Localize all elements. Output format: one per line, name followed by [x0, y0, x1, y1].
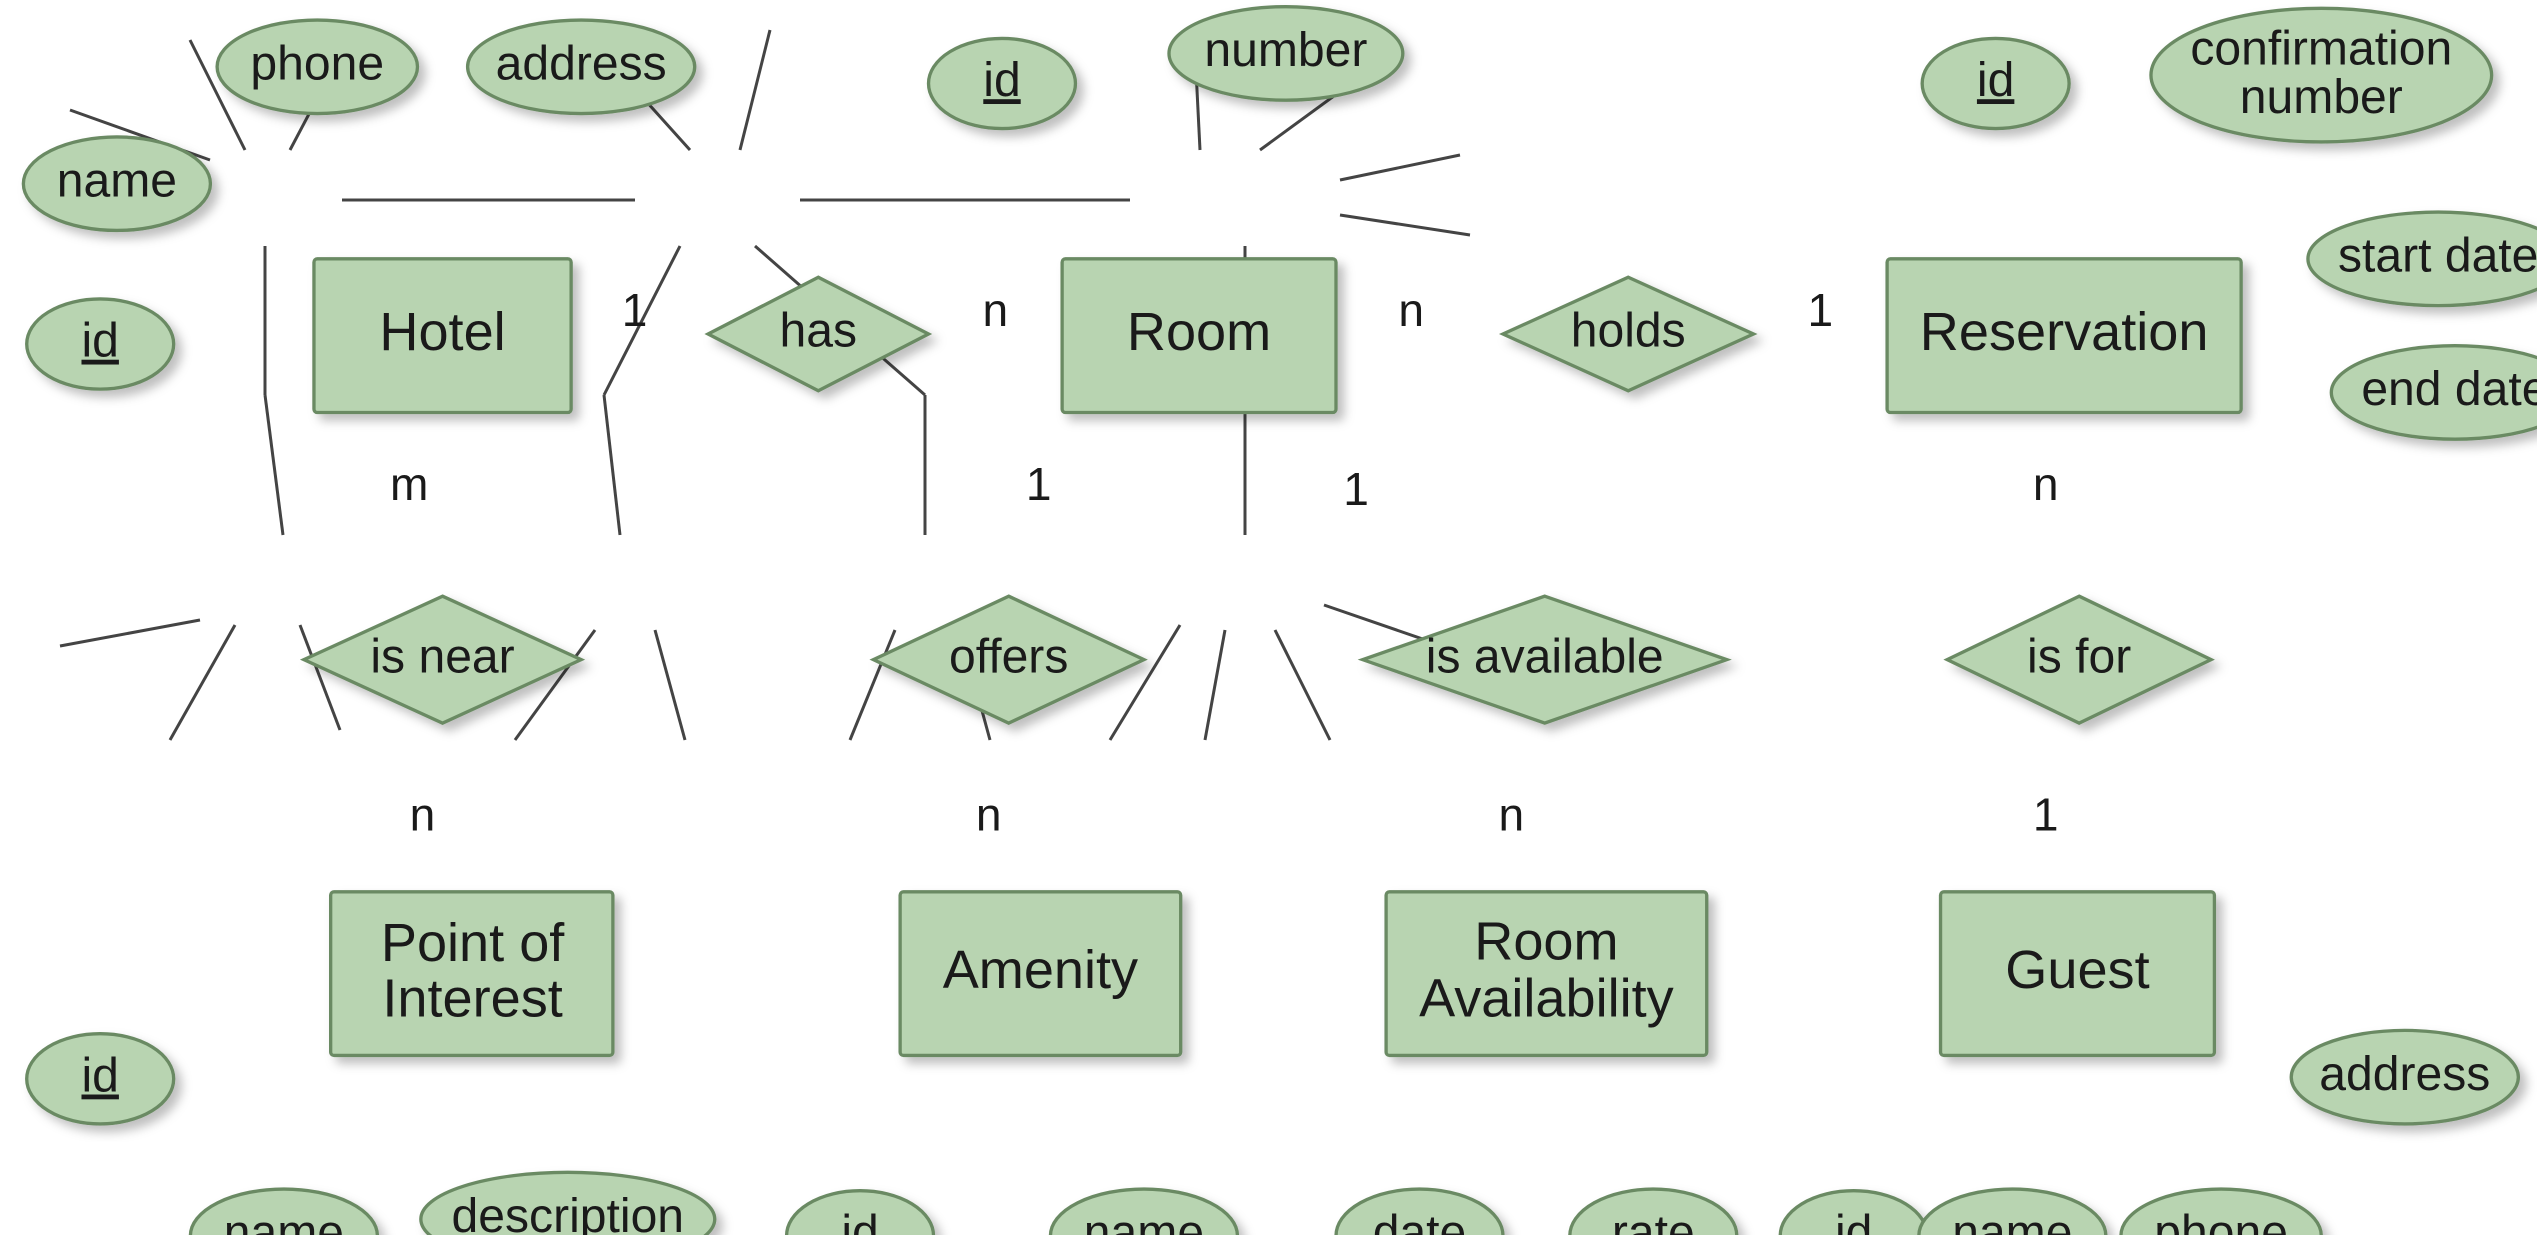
relationship-isfor-label: is for — [2027, 629, 2131, 683]
card-room-avail: 1 — [1343, 463, 1369, 515]
attr-amen-id-label: id — [841, 1206, 878, 1235]
card-holds-res: 1 — [1807, 284, 1833, 336]
card-offers-amen: n — [976, 788, 1002, 840]
attr-guest-address-label: address — [2319, 1047, 2490, 1101]
attr-amen-name-label: name — [1084, 1206, 1204, 1235]
attr-hotel-address-label: address — [496, 37, 667, 91]
edge-res-end — [1340, 215, 1470, 235]
entity-poi-label-2: Interest — [382, 968, 562, 1028]
attr-res-conf-label-2: number — [2240, 70, 2403, 124]
card-res-isfor: n — [2033, 458, 2059, 510]
entity-roomavail-label-1: Room — [1474, 912, 1618, 972]
attr-poi-id-label: id — [81, 1049, 118, 1103]
entity-hotel-label: Hotel — [379, 302, 505, 362]
relationship-isnear-label: is near — [370, 629, 514, 683]
edge-poi-name — [170, 625, 235, 740]
card-room-offers: 1 — [1026, 458, 1052, 510]
relationship-isavail-label: is available — [1426, 629, 1664, 683]
card-isnear-poi: n — [410, 788, 436, 840]
card-room-holds: n — [1398, 284, 1424, 336]
edge-guest-phone — [1275, 630, 1330, 740]
edge-avail-date — [850, 630, 895, 740]
attr-hotel-id-label: id — [81, 314, 118, 368]
card-hotel-isnear: m — [390, 458, 428, 510]
attr-poi-name-label: name — [224, 1206, 344, 1235]
attr-hotel-phone-label: phone — [250, 37, 384, 91]
relationship-has-label: has — [780, 304, 858, 358]
edge-res-start — [1340, 155, 1460, 180]
edge-room-number — [740, 30, 770, 150]
card-isfor-guest: 1 — [2033, 788, 2059, 840]
card-avail-ra: n — [1499, 788, 1525, 840]
edge-guest-name — [1205, 630, 1225, 740]
attr-res-conf-label-1: confirmation — [2190, 21, 2452, 75]
attr-avail-rate-label: rate — [1612, 1206, 1695, 1235]
entity-room-label: Room — [1127, 302, 1271, 362]
relationship-holds-label: holds — [1571, 304, 1686, 358]
attr-guest-id-label: id — [1835, 1206, 1872, 1235]
entity-guest-label: Guest — [2005, 940, 2149, 1000]
edge-poi-desc — [300, 625, 340, 730]
entity-reservation-label: Reservation — [1920, 302, 2209, 362]
attr-room-id-label: id — [983, 53, 1020, 107]
edge-isnear-poi — [265, 395, 283, 535]
attr-avail-date-label: date — [1373, 1206, 1467, 1235]
edge-guest-id — [1110, 625, 1180, 740]
entity-poi-label-1: Point of — [381, 913, 565, 973]
edge-amen-name — [655, 630, 685, 740]
attr-guest-name-label: name — [1952, 1206, 2072, 1235]
edge-poi-id — [60, 620, 200, 646]
attr-res-end-label: end date — [2361, 362, 2537, 416]
relationship-offers-label: offers — [949, 629, 1068, 683]
entity-roomavail-label-2: Availability — [1419, 968, 1674, 1028]
attr-room-number-label: number — [1204, 23, 1367, 77]
attr-res-start-label: start date — [2338, 229, 2537, 283]
card-has-room: n — [982, 284, 1008, 336]
attr-res-id-label: id — [1977, 53, 2014, 107]
entity-amenity-label: Amenity — [943, 940, 1138, 1000]
attr-hotel-name-label: name — [57, 153, 177, 207]
card-hotel-has: 1 — [622, 284, 648, 336]
edge-offers-amen — [604, 395, 620, 535]
attr-guest-phone-label: phone — [2154, 1206, 2288, 1235]
attr-poi-desc-label: description — [452, 1189, 685, 1235]
